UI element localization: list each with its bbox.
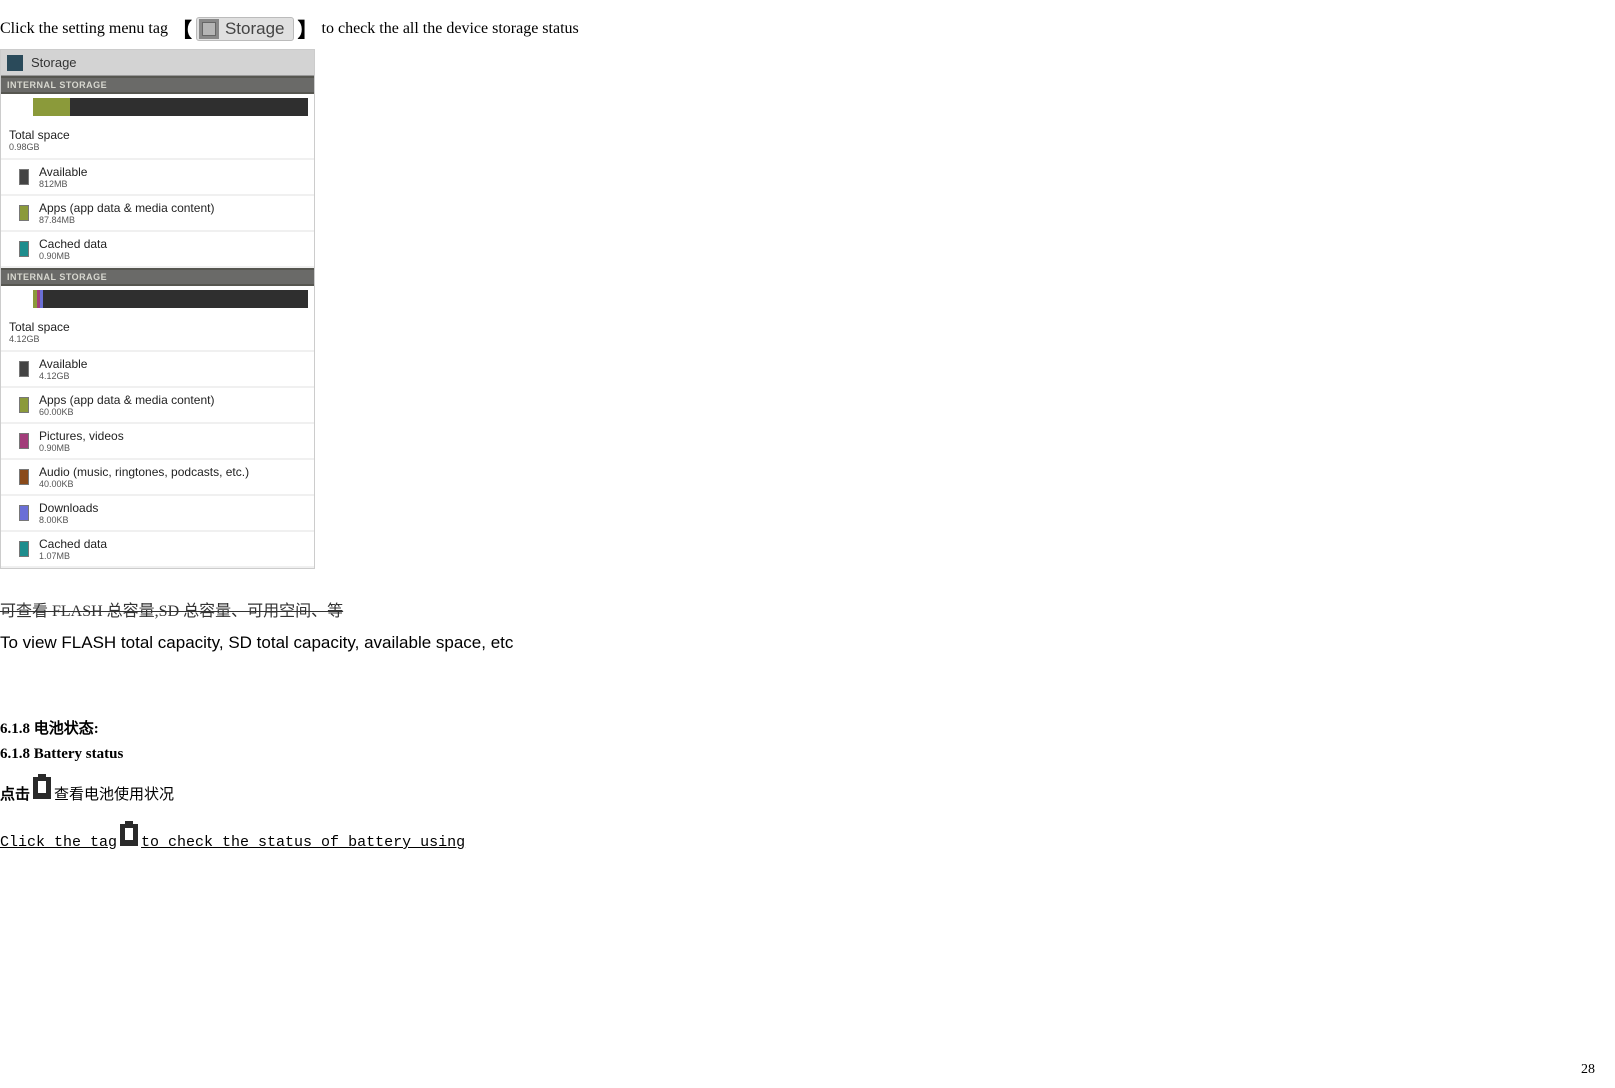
- ss-category: INTERNAL STORAGE: [1, 268, 314, 286]
- color-swatch: [19, 397, 29, 413]
- click-cn-rest: 查看电池使用状况: [54, 783, 174, 804]
- bracket-left: 【: [172, 14, 192, 43]
- storage-header-icon: [7, 55, 23, 71]
- color-swatch: [19, 505, 29, 521]
- click-cn-line: 点击 查看电池使用状况: [0, 777, 1615, 804]
- page-number: 28: [1581, 1062, 1595, 1078]
- color-swatch: [19, 169, 29, 185]
- ss-header-text: Storage: [31, 55, 77, 70]
- row-value: 8.00KB: [39, 515, 98, 525]
- battery-icon: [33, 777, 51, 799]
- row-value: 1.07MB: [39, 551, 107, 561]
- storage-row[interactable]: Pictures, videos0.90MB: [1, 424, 314, 460]
- click-en-line: Click the tag to check the status of bat…: [0, 824, 1615, 851]
- storage-tag: Storage: [196, 17, 294, 41]
- storage-row[interactable]: Apps (app data & media content)60.00KB: [1, 388, 314, 424]
- section-cn-618: 6.1.8 电池状态:: [0, 717, 1615, 738]
- click-cn-bold: 点击: [0, 783, 30, 804]
- intro-pre: Click the setting menu tag: [0, 20, 168, 38]
- row-value: 87.84MB: [39, 215, 214, 225]
- click-en-pre: Click the tag: [0, 834, 117, 851]
- storage-row[interactable]: Audio (music, ringtones, podcasts, etc.)…: [1, 460, 314, 496]
- row-value: 4.12GB: [39, 371, 87, 381]
- storage-row[interactable]: Apps (app data & media content)87.84MB: [1, 196, 314, 232]
- intro-post: to check the all the device storage stat…: [322, 20, 579, 38]
- color-swatch: [19, 241, 29, 257]
- intro-line: Click the setting menu tag 【 Storage 】 t…: [0, 0, 1615, 43]
- storage-icon: [199, 19, 219, 39]
- row-label: Apps (app data & media content): [39, 393, 214, 407]
- row-label: Cached data: [39, 237, 107, 251]
- color-swatch: [19, 205, 29, 221]
- storage-tag-text: Storage: [225, 19, 285, 39]
- storage-row[interactable]: Downloads8.00KB: [1, 496, 314, 532]
- cn-strike-1: 可查看 FLASH 总容量,SD 总容量、可用空间、等: [0, 597, 1615, 621]
- row-value: 60.00KB: [39, 407, 214, 417]
- battery-icon-2: [120, 824, 138, 846]
- storage-row[interactable]: Cached data1.07MB: [1, 532, 314, 568]
- row-label: Pictures, videos: [39, 429, 124, 443]
- total-space: Total space0.98GB: [1, 122, 314, 160]
- color-swatch: [19, 361, 29, 377]
- row-label: Cached data: [39, 537, 107, 551]
- color-swatch: [19, 541, 29, 557]
- storage-row[interactable]: Available812MB: [1, 160, 314, 196]
- storage-bar: [33, 290, 308, 308]
- row-value: 812MB: [39, 179, 87, 189]
- total-space: Total space4.12GB: [1, 314, 314, 352]
- color-swatch: [19, 433, 29, 449]
- row-label: Available: [39, 357, 87, 371]
- ss-header: Storage: [1, 50, 314, 76]
- row-label: Available: [39, 165, 87, 179]
- color-swatch: [19, 469, 29, 485]
- row-value: 0.90MB: [39, 251, 107, 261]
- storage-screenshot: Storage INTERNAL STORAGE Total space0.98G…: [0, 49, 315, 569]
- row-label: Audio (music, ringtones, podcasts, etc.): [39, 465, 249, 479]
- row-label: Apps (app data & media content): [39, 201, 214, 215]
- bracket-right: 】: [298, 14, 318, 43]
- en-line-1: To view FLASH total capacity, SD total c…: [0, 633, 1615, 653]
- row-value: 40.00KB: [39, 479, 249, 489]
- click-en-post: to check the status of battery using: [141, 834, 465, 851]
- section-en-618: 6.1.8 Battery status: [0, 746, 1615, 763]
- ss-category: INTERNAL STORAGE: [1, 76, 314, 94]
- row-value: 0.90MB: [39, 443, 124, 453]
- row-label: Downloads: [39, 501, 98, 515]
- storage-row[interactable]: Available4.12GB: [1, 352, 314, 388]
- storage-row[interactable]: Cached data0.90MB: [1, 232, 314, 268]
- storage-bar: [33, 98, 308, 116]
